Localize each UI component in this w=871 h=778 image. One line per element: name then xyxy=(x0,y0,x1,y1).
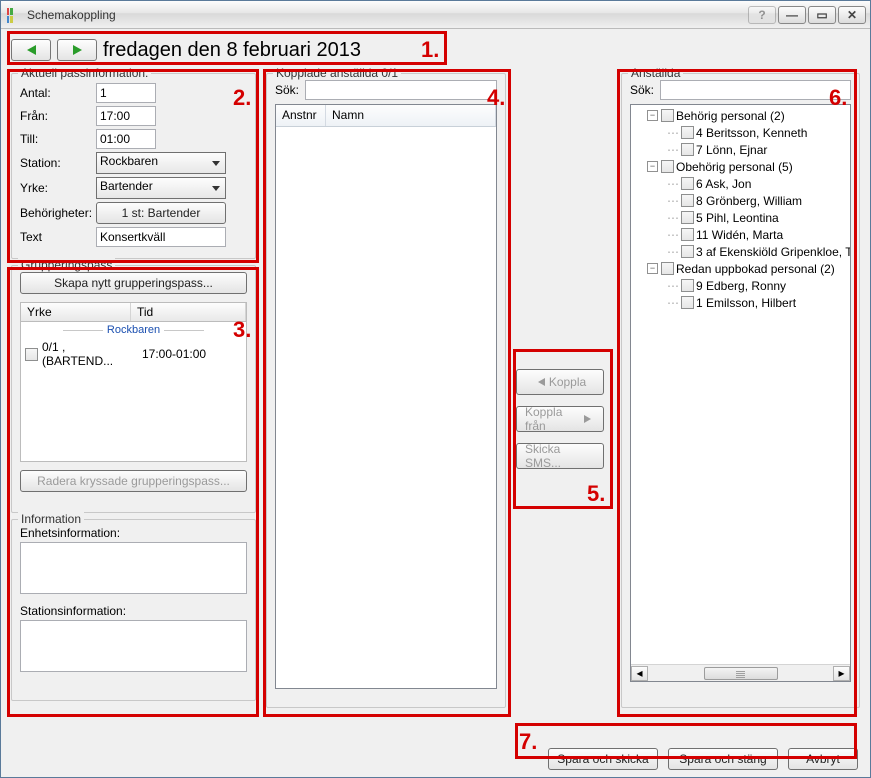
annotation-num-2: 2. xyxy=(233,85,251,111)
window-title: Schemakoppling xyxy=(27,8,748,22)
annotation-box-6 xyxy=(617,69,857,717)
annotation-num-5: 5. xyxy=(587,481,605,507)
annotation-box-7 xyxy=(515,723,857,759)
annotation-box-2 xyxy=(7,69,259,263)
annotation-num-1: 1. xyxy=(421,37,439,63)
app-window: Schemakoppling ? — ▭ ✕ fredagen den 8 fe… xyxy=(0,0,871,778)
window-buttons: ? — ▭ ✕ xyxy=(748,6,866,24)
maximize-button[interactable]: ▭ xyxy=(808,6,836,24)
annotation-num-3: 3. xyxy=(233,317,251,343)
annotation-num-7: 7. xyxy=(519,729,537,755)
annotation-num-6: 6. xyxy=(829,85,847,111)
annotation-num-4: 4. xyxy=(487,85,505,111)
annotation-box-4 xyxy=(263,69,511,717)
minimize-button[interactable]: — xyxy=(778,6,806,24)
annotation-box-3 xyxy=(7,267,259,717)
close-button[interactable]: ✕ xyxy=(838,6,866,24)
app-icon xyxy=(5,7,21,23)
titlebar: Schemakoppling ? — ▭ ✕ xyxy=(1,1,870,29)
annotation-box-1 xyxy=(7,31,447,65)
help-button[interactable]: ? xyxy=(748,6,776,24)
client-area: fredagen den 8 februari 2013 Aktuell pas… xyxy=(1,29,870,777)
